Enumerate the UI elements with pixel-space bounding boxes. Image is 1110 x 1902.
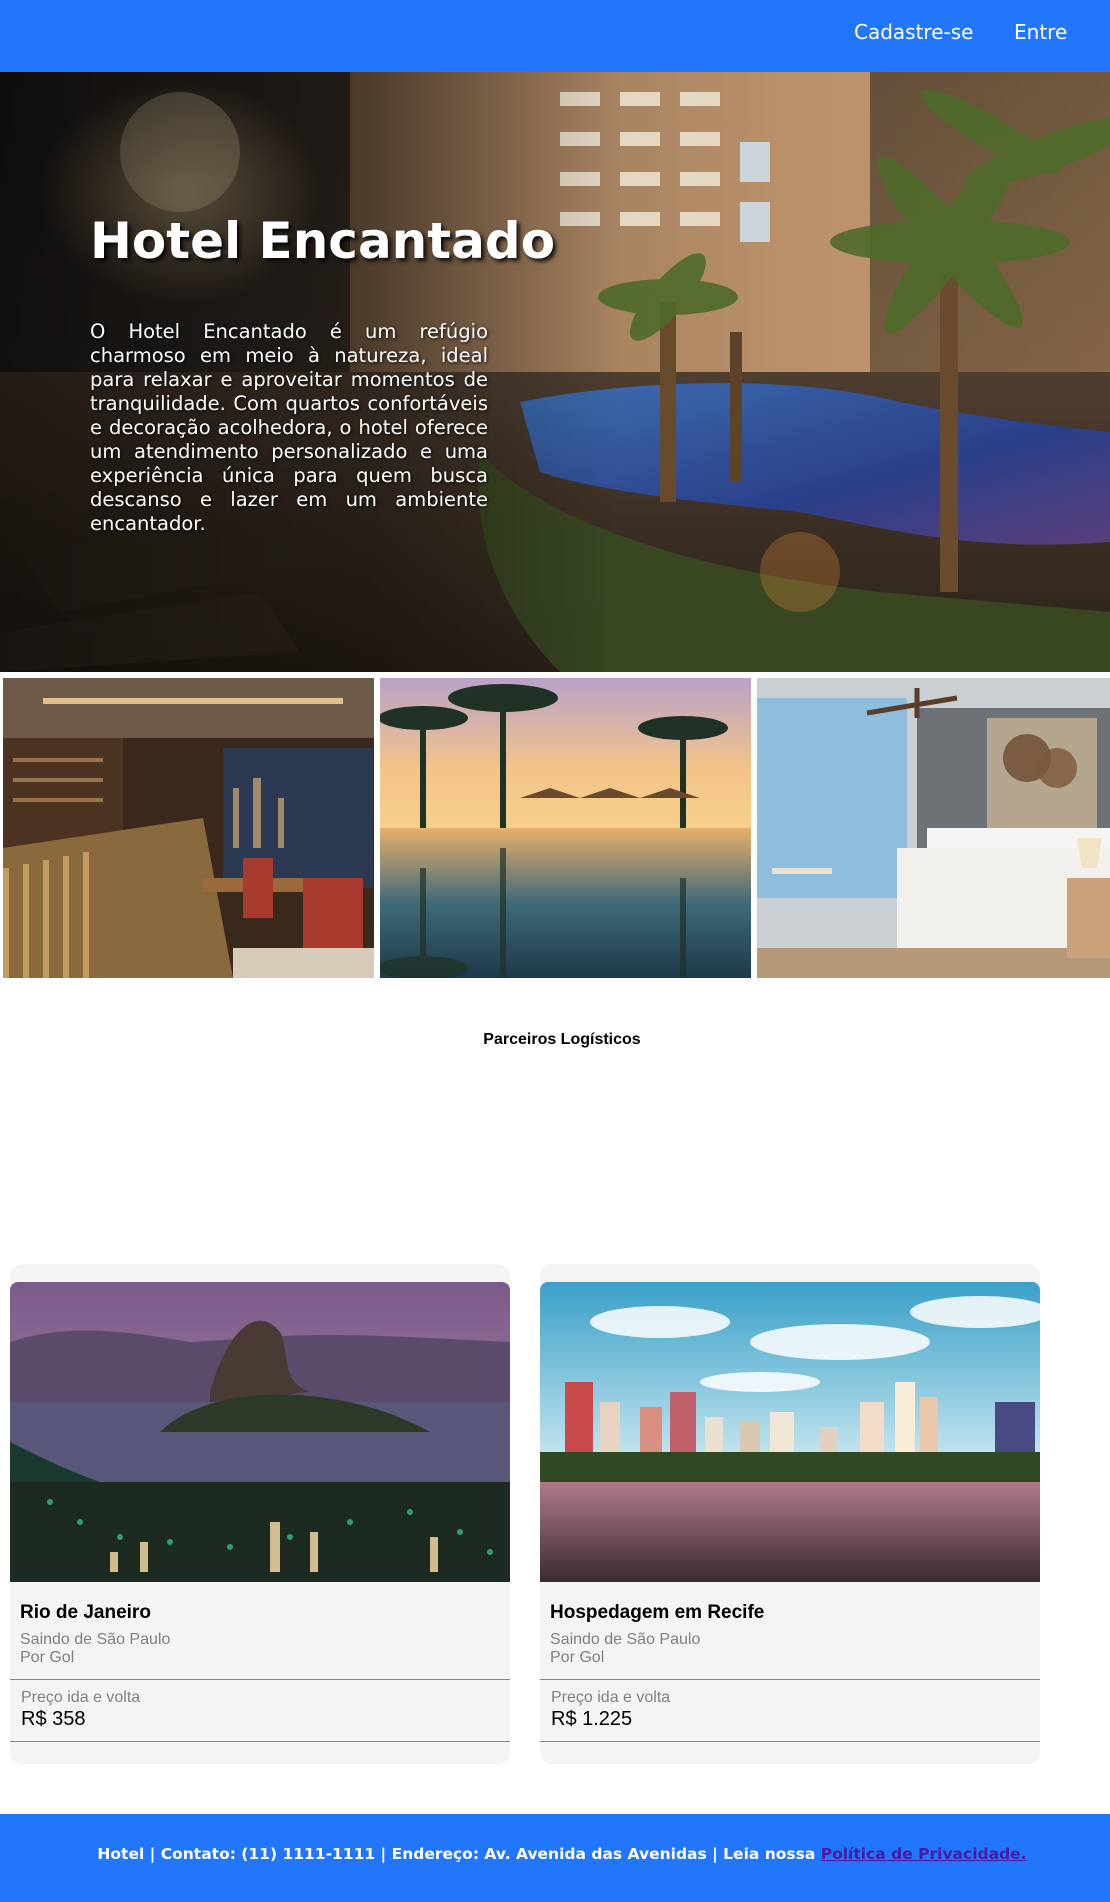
- partners-heading: Parceiros Logísticos: [483, 1031, 641, 1048]
- price-value: R$ 358: [21, 1708, 86, 1730]
- card-origin: Saindo de São Paulo: [550, 1631, 701, 1648]
- rio-de-janeiro-image: [10, 1282, 510, 1582]
- divider: [540, 1679, 1040, 1680]
- hotel-description: O Hotel Encantado é um refúgio charmoso …: [90, 320, 488, 535]
- footer-info: Hotel | Contato: (11) 1111-1111 | Endere…: [0, 1845, 1110, 1863]
- hotel-title: Hotel Encantado: [90, 212, 556, 270]
- card-title: Rio de Janeiro: [20, 1602, 151, 1623]
- footer-contact-text: Hotel | Contato: (11) 1111-1111 | Endere…: [97, 1845, 821, 1863]
- top-navbar: Cadastre-se Entre: [0, 0, 1110, 72]
- divider: [540, 1741, 1040, 1742]
- footer: Hotel | Contato: (11) 1111-1111 | Endere…: [0, 1814, 1110, 1902]
- card-airline: Por Gol: [550, 1649, 605, 1666]
- card-title: Hospedagem em Recife: [550, 1602, 765, 1623]
- card-origin: Saindo de São Paulo: [20, 1631, 171, 1648]
- price-label: Preço ida e volta: [551, 1689, 671, 1706]
- destination-card-rio[interactable]: Rio de Janeiro Saindo de São Paulo Por G…: [10, 1264, 510, 1764]
- card-airline: Por Gol: [20, 1649, 75, 1666]
- signup-link[interactable]: Cadastre-se: [854, 20, 973, 44]
- divider: [10, 1741, 510, 1742]
- recife-image: [540, 1282, 1040, 1582]
- price-label: Preço ida e volta: [21, 1689, 141, 1706]
- hero-banner: Hotel Encantado O Hotel Encantado é um r…: [0, 72, 1110, 672]
- divider: [10, 1679, 510, 1680]
- price-value: R$ 1.225: [551, 1708, 633, 1730]
- gallery-restaurant-image: [3, 678, 374, 978]
- destination-card-recife[interactable]: Hospedagem em Recife Saindo de São Paulo…: [540, 1264, 1040, 1764]
- privacy-policy-link[interactable]: Política de Privacidade.: [821, 1845, 1027, 1863]
- gallery-bedroom-image: [757, 678, 1110, 978]
- login-link[interactable]: Entre: [1014, 20, 1067, 44]
- gallery-pool-image: [380, 678, 751, 978]
